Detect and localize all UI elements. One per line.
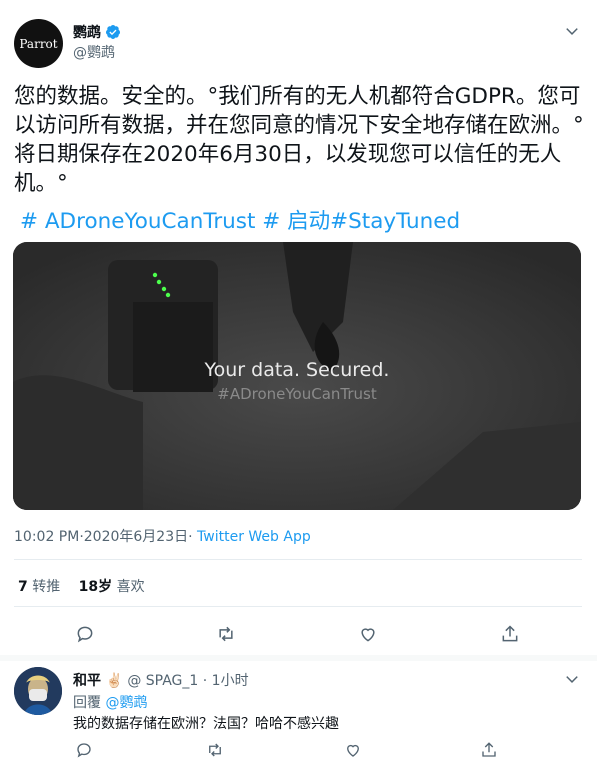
like-heart-icon[interactable] [358,624,378,644]
author-display-name: 鹦鹉 [73,25,101,41]
divider [14,559,582,560]
victory-hand-emoji: ✌🏻 [105,673,123,689]
reply-icon[interactable] [75,624,95,644]
section-separator [0,655,597,661]
tweet-time[interactable]: 10:02 PM·2020年6月23日· [14,529,193,545]
reply-author[interactable]: 和平 ✌🏻 @ SPAG_1 · 1小时 [73,670,249,690]
retweets-stat[interactable]: 7 转推 [18,579,60,595]
reply-display-name: 和平 [73,673,101,689]
reply-author-avatar[interactable] [14,667,62,715]
author-avatar[interactable]: Parrot [14,19,63,68]
reply-time[interactable]: · 1小时 [203,673,249,689]
likes-count: 18岁 [78,579,113,595]
tweet-stats: 7 转推 18岁 喜欢 [18,576,145,596]
likes-stat[interactable]: 18岁 喜欢 [79,579,145,595]
replying-label: 回覆 [73,695,101,711]
like-heart-icon[interactable] [344,741,362,759]
media-hashtag: #ADroneYouCanTrust [217,385,377,403]
retweets-label: 转推 [32,579,61,595]
retweet-icon[interactable] [206,741,224,759]
retweet-icon[interactable] [216,624,236,644]
replying-to: 回覆 @鹦鹉 [73,692,147,712]
retweets-count: 7 [18,579,28,595]
share-icon[interactable] [500,624,520,644]
chevron-down-icon[interactable] [565,24,579,38]
tweet-timestamp[interactable]: 10:02 PM·2020年6月23日· Twitter Web App [14,526,311,546]
likes-label: 喜欢 [116,579,145,595]
reply-text: 我的数据存储在欧洲？法国？哈哈不感兴趣 [73,716,339,732]
avatar-logo-text: Parrot [19,36,58,51]
reply-handle: @ SPAG_1 [127,673,199,689]
reply-avatar-image [14,667,62,715]
hashtag-links[interactable]: # ADroneYouCanTrust # 启动#StayTuned [20,204,460,235]
share-icon[interactable] [480,741,498,759]
tweet-text: 您的数据。安全的。°我们所有的无人机都符合GDPR。您可以访问所有数据，并在您同… [14,84,584,196]
author-name[interactable]: 鹦鹉 [73,22,121,42]
reply-icon[interactable] [75,741,93,759]
media-headline: Your data. Secured. [204,359,390,381]
replying-to-mention[interactable]: @鹦鹉 [105,695,147,711]
verified-badge-icon [106,25,120,39]
chevron-down-icon[interactable] [565,672,579,686]
tweet-source-app[interactable]: Twitter Web App [197,529,311,545]
author-handle[interactable]: @鹦鹉 [73,42,115,62]
tweet-media[interactable]: Your data. Secured. #ADroneYouCanTrust [13,242,581,510]
divider [14,606,582,607]
